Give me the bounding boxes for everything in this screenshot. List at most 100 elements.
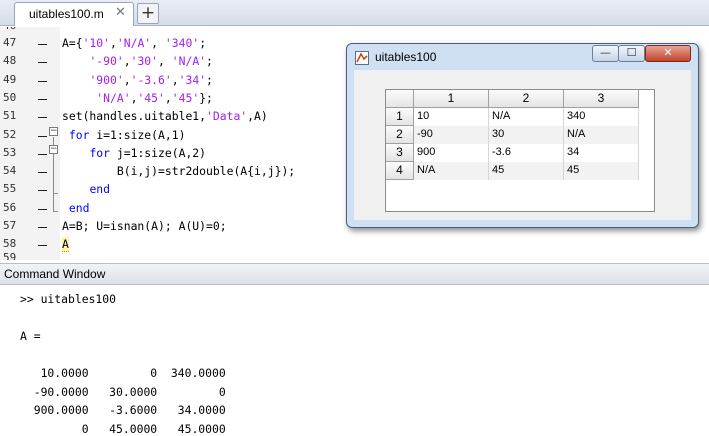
code-string: '45' [171,90,200,105]
line-number: 48 [3,54,17,68]
line-number: 49 [3,72,17,86]
code-line[interactable]: end [62,182,110,196]
code-text: , [158,54,172,69]
breakpoint-marker[interactable] [38,172,47,174]
breakpoint-marker[interactable] [38,135,47,137]
breakpoint-marker[interactable] [38,117,47,119]
code-text: i=1:size(A,1) [89,127,186,142]
code-line[interactable]: A={'10','N/A', '340'; [62,36,206,50]
code-string: '34' [178,72,207,87]
code-line[interactable]: 'N/A','45','45'}; [62,91,213,105]
code-line[interactable]: A=B; U=isnan(A); A(U)=0; [62,219,227,233]
table-cell[interactable]: 340 [564,108,639,126]
command-output-line: 900.0000 -3.6000 34.0000 [20,403,226,417]
command-output-line: A = [20,329,41,343]
code-line[interactable]: A [62,237,69,253]
figure-window[interactable]: uitables100 — ☐ ✕ 1 2 3 1 10 N/A 340 2 -90 30 N/A 3… [346,43,699,228]
table-cell[interactable]: -3.6 [489,144,564,162]
code-string: 'N/A' [96,90,131,105]
table-cell[interactable]: 30 [489,126,564,144]
breakpoint-marker[interactable] [38,153,47,155]
code-string: '-3.6' [130,72,172,87]
command-output-line: 10.0000 0 340.0000 [20,366,226,380]
code-line[interactable]: '900','-3.6','34'; [62,72,213,87]
fold-end [53,211,58,212]
matlab-figure-icon [355,51,369,65]
fold-toggle-icon[interactable]: − [49,145,58,154]
code-line[interactable]: set(handles.uitable1,'Data',A) [62,109,268,123]
code-text: , [171,72,179,87]
breakpoint-marker[interactable] [38,190,47,192]
line-number: 58 [3,237,17,251]
uitable[interactable]: 1 2 3 1 10 N/A 340 2 -90 30 N/A 3 900 -3.6 34 4 N/A 45 45 [385,89,655,212]
table-row-header[interactable]: 4 [386,162,414,180]
line-number: 50 [3,90,17,104]
minimize-button[interactable]: — [592,45,619,62]
table-row-header[interactable]: 2 [386,126,414,144]
code-string: 'N/A' [116,36,152,50]
line-number: 46 [0,27,28,32]
code-line[interactable]: '-90','30', 'N/A'; [62,54,212,69]
breakpoint-marker[interactable] [38,62,47,64]
table-column-header[interactable]: 1 [414,90,489,108]
table-cell[interactable]: 900 [414,144,489,162]
code-text: ; [206,72,213,87]
code-text: , [123,54,131,69]
code-text: j=1:size(A,2) [110,145,207,160]
tab-uitables100[interactable]: uitables100.m ✕ [14,2,134,26]
close-button[interactable]: ✕ [645,45,691,62]
table-column-header[interactable]: 2 [489,90,564,108]
line-number: 51 [3,109,17,123]
code-text: ; [199,36,207,50]
table-column-header[interactable]: 3 [564,90,639,108]
editor-tab-bar: uitables100.m ✕ + [0,0,709,26]
code-string: '30' [130,54,159,69]
breakpoint-marker[interactable] [38,98,47,100]
table-cell[interactable]: 45 [564,162,639,180]
table-cell[interactable]: N/A [414,162,489,180]
tab-close-icon[interactable]: ✕ [115,5,126,20]
breakpoint-marker[interactable] [38,208,47,210]
code-line[interactable]: for i=1:size(A,1) [62,127,186,142]
code-string: 'N/A' [171,54,207,69]
table-row-header[interactable]: 1 [386,108,414,126]
breakpoint-marker[interactable] [38,245,47,247]
table-cell[interactable]: N/A [489,108,564,126]
table-cell[interactable]: 45 [489,162,564,180]
fold-end [53,193,58,194]
maximize-button[interactable]: ☐ [618,45,645,62]
command-output-line: -90.0000 30.0000 0 [20,384,226,399]
fold-toggle-icon[interactable]: − [49,127,58,136]
line-number: 59 [3,251,17,260]
code-warning-token: A [62,237,69,253]
code-text: , [164,90,172,105]
code-text: , [110,36,117,50]
code-text: }; [199,90,213,105]
line-number: 55 [3,182,17,196]
breakpoint-marker[interactable] [38,80,47,82]
breakpoint-marker[interactable] [38,44,47,45]
code-line[interactable]: B(i,j)=str2double(A{i,j}); [62,164,295,178]
table-row-header[interactable]: 3 [386,144,414,162]
table-cell[interactable]: -90 [414,126,489,144]
code-string: '-90' [89,54,124,69]
breakpoint-marker[interactable] [38,227,47,228]
code-keyword: end [68,200,90,215]
code-string: '45' [137,90,165,105]
code-line[interactable]: for j=1:size(A,2) [62,146,206,160]
code-line[interactable]: end [62,200,90,215]
table-corner [386,90,414,108]
command-output-line: >> uitables100 [20,292,117,306]
code-keyword: end [89,182,111,197]
table-cell[interactable]: 34 [564,144,639,162]
new-tab-button[interactable]: + [137,3,159,24]
table-cell[interactable]: 10 [414,108,489,126]
table-cell[interactable]: N/A [564,126,639,144]
command-window[interactable]: >> uitables100 A = 10.0000 0 340.0000 -90… [0,286,709,436]
line-number: 57 [3,219,17,232]
